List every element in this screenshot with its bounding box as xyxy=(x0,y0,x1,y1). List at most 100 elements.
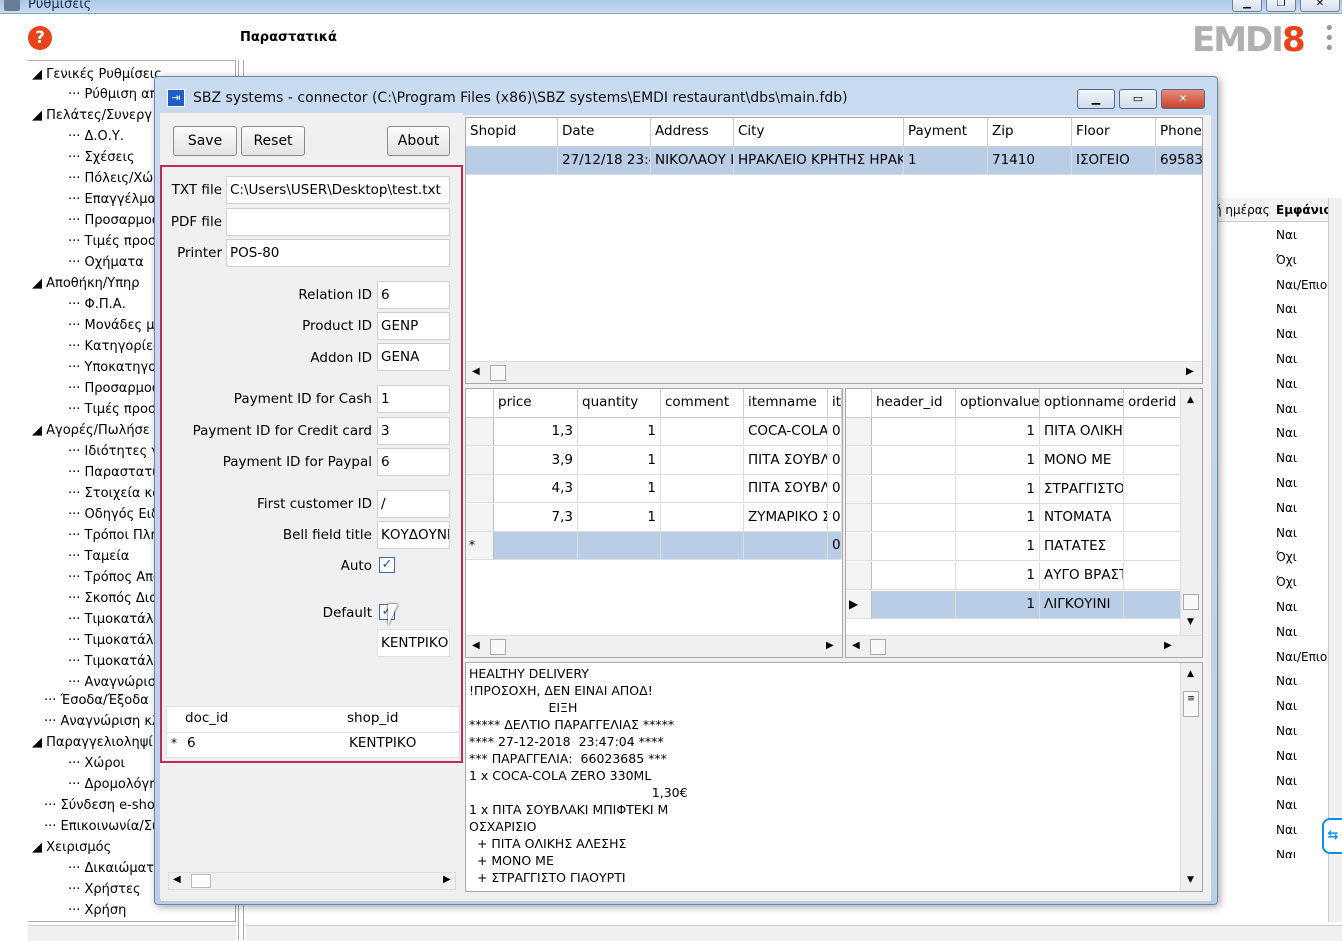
tree-item[interactable]: ◢ Χειρισμός xyxy=(32,840,111,855)
items-cell[interactable]: 0 xyxy=(828,446,842,475)
orders-cell[interactable]: ΙΣΟΓΕΙΟ xyxy=(1072,147,1156,175)
tree-item[interactable]: ··· Αναγνώριση κλ xyxy=(44,714,160,729)
tree-item[interactable]: ··· Τρόποι Πληρ xyxy=(68,528,167,543)
grid-cell-display[interactable]: Ναι xyxy=(1276,699,1297,713)
more-vertical-icon[interactable]: • • • xyxy=(1324,20,1335,58)
grid-cell-display[interactable]: Ναι xyxy=(1276,823,1297,837)
save-button[interactable]: Save xyxy=(173,126,237,156)
bell-field-input[interactable]: ΚΟΥΔΟΥΝΙ xyxy=(377,521,450,549)
minimize-button[interactable]: ▁ xyxy=(1077,89,1115,109)
items-row-header[interactable] xyxy=(466,475,494,503)
options-cell[interactable]: ΠΑΤΑΤΕΣ xyxy=(1040,533,1124,562)
orders-header-payment[interactable]: Payment xyxy=(904,118,988,147)
orders-cell[interactable]: 695835 xyxy=(1156,147,1202,175)
options-cell[interactable]: 1 xyxy=(956,562,1040,590)
options-row-header[interactable] xyxy=(846,418,872,446)
options-hscroll-thumb[interactable] xyxy=(870,639,886,655)
grid-cell-display[interactable]: Ναι xyxy=(1276,302,1297,316)
tree-item[interactable]: ··· Ρύθμιση απο xyxy=(68,87,165,102)
options-scroll-right-icon[interactable]: ▶ xyxy=(1164,640,1172,651)
options-row-header[interactable] xyxy=(846,446,872,475)
items-new-row-cell[interactable] xyxy=(744,532,828,560)
grid-cell-display[interactable]: Ναι xyxy=(1276,377,1297,391)
grid-cell-display[interactable]: Ναι xyxy=(1276,526,1297,540)
tree-item[interactable]: ··· Τιμές προσα xyxy=(68,402,165,417)
options-horizontal-scrollbar[interactable]: ◀ ▶ xyxy=(846,635,1202,657)
items-cell[interactable]: 0 xyxy=(828,475,842,503)
options-cell[interactable]: ΛΙΓΚΟΥΙΝΙ xyxy=(1040,590,1124,619)
tree-item[interactable]: ··· Χρήστες xyxy=(68,882,141,897)
addon-id-input[interactable]: GENA xyxy=(377,343,450,371)
orders-cell[interactable]: ΝΙΚΟΛΑΟΥ Π xyxy=(651,147,734,175)
product-id-input[interactable]: GENP xyxy=(377,312,450,340)
options-cell[interactable] xyxy=(872,446,956,475)
options-vertical-scrollbar[interactable]: ▲ ▼ xyxy=(1180,389,1202,635)
options-cell[interactable] xyxy=(1124,562,1182,590)
tree-item[interactable]: ··· Δικαιώματα xyxy=(68,861,163,876)
items-scroll-left-icon[interactable]: ◀ xyxy=(472,640,480,651)
options-cell[interactable] xyxy=(872,562,956,590)
grid-cell-display[interactable]: Ναι xyxy=(1276,600,1297,614)
options-cell[interactable]: 1 xyxy=(956,475,1040,504)
grid-cell-display[interactable]: Ναι xyxy=(1276,848,1297,858)
grid-cell-display[interactable]: Όχι xyxy=(1276,575,1297,589)
orders-cell[interactable]: 27/12/18 23:4 xyxy=(558,147,651,175)
tree-item[interactable]: ··· Έσοδα/Έξοδα xyxy=(44,693,149,708)
shops-cell-shop-id[interactable]: ΚΕΝΤΡΙΚΟ xyxy=(349,735,416,751)
items-cell[interactable] xyxy=(661,446,744,475)
orders-header-address[interactable]: Address xyxy=(651,118,734,147)
bg-minimize-button[interactable]: ▁ xyxy=(1232,0,1262,12)
orders-header-zip[interactable]: Zip xyxy=(988,118,1072,147)
grid-cell-display[interactable]: Ναι xyxy=(1276,798,1297,812)
items-cell[interactable]: 0 xyxy=(828,503,842,532)
options-row-header[interactable] xyxy=(846,533,872,562)
scroll-right-arrow-icon[interactable]: ▶ xyxy=(443,874,451,885)
items-row-header[interactable] xyxy=(466,503,494,532)
items-cell[interactable] xyxy=(661,418,744,446)
items-cell[interactable]: ΠΙΤΑ ΣΟΥΒΛ xyxy=(744,475,828,503)
grid-cell-display[interactable]: Ναι xyxy=(1276,625,1297,639)
options-cell[interactable] xyxy=(1124,475,1182,504)
options-cell[interactable] xyxy=(1124,533,1182,562)
options-cell[interactable] xyxy=(872,590,956,619)
card-payment-input[interactable]: 3 xyxy=(377,417,450,445)
tree-item[interactable]: ◢ Γενικές Ρυθμίσεις xyxy=(32,67,162,82)
orders-cell[interactable]: 71410 xyxy=(988,147,1072,175)
grid-cell-display[interactable]: Όχι xyxy=(1276,550,1297,564)
receipt-scroll-up-icon[interactable]: ▲ xyxy=(1187,669,1194,679)
items-cell[interactable]: 1 xyxy=(578,503,661,532)
items-cell[interactable]: ΠΙΤΑ ΣΟΥΒΛ xyxy=(744,446,828,475)
maximize-button[interactable]: ▭ xyxy=(1119,89,1157,109)
grid-cell-display[interactable]: Ναι xyxy=(1276,228,1297,242)
orders-header-phone[interactable]: Phone xyxy=(1156,118,1202,147)
grid-cell-display[interactable]: Ναι xyxy=(1276,749,1297,763)
options-cell[interactable]: 1 xyxy=(956,446,1040,475)
items-cell[interactable]: ΖΥΜΑΡΙΚΟ Σ xyxy=(744,503,828,532)
grid-cell-display[interactable]: Ναι xyxy=(1276,476,1297,490)
txt-file-input[interactable]: C:\Users\USER\Desktop\test.txt xyxy=(226,176,450,204)
printer-input[interactable]: POS-80 xyxy=(226,239,450,267)
bg-restore-button[interactable]: ❐ xyxy=(1266,0,1296,12)
bg-close-button[interactable]: ✕ xyxy=(1300,0,1340,12)
items-header-itemname[interactable]: itemname xyxy=(744,389,828,418)
grid-cell-display[interactable]: Ναι/Επιο xyxy=(1276,278,1327,292)
items-horizontal-scrollbar[interactable]: ◀ ▶ xyxy=(466,635,842,657)
items-cell[interactable]: 1 xyxy=(578,418,661,446)
options-cell[interactable] xyxy=(1124,590,1182,619)
items-header-price[interactable]: price xyxy=(494,389,578,418)
orders-scroll-left-icon[interactable]: ◀ xyxy=(472,366,480,377)
options-cell[interactable] xyxy=(1124,504,1182,533)
first-customer-input[interactable]: / xyxy=(377,490,450,518)
options-cell[interactable]: 1 xyxy=(956,590,1040,619)
tree-item[interactable]: ··· Οχήματα xyxy=(68,255,144,270)
grid-cell-display[interactable]: Ναι xyxy=(1276,451,1297,465)
items-new-row-cell[interactable] xyxy=(578,532,661,560)
tree-item[interactable]: ··· Επαγγέλματ xyxy=(68,192,164,207)
grid-cell-display[interactable]: Ναι xyxy=(1276,426,1297,440)
tree-item[interactable]: ··· Υποκατηγορ xyxy=(68,360,164,375)
orders-header-floor[interactable]: Floor xyxy=(1072,118,1156,147)
items-cell[interactable]: 1 xyxy=(578,446,661,475)
tree-item[interactable]: ··· Δ.Ο.Υ. xyxy=(68,129,124,144)
paypal-payment-input[interactable]: 6 xyxy=(377,448,450,476)
options-cell[interactable]: ΠΙΤΑ ΟΛΙΚΗ xyxy=(1040,418,1124,446)
